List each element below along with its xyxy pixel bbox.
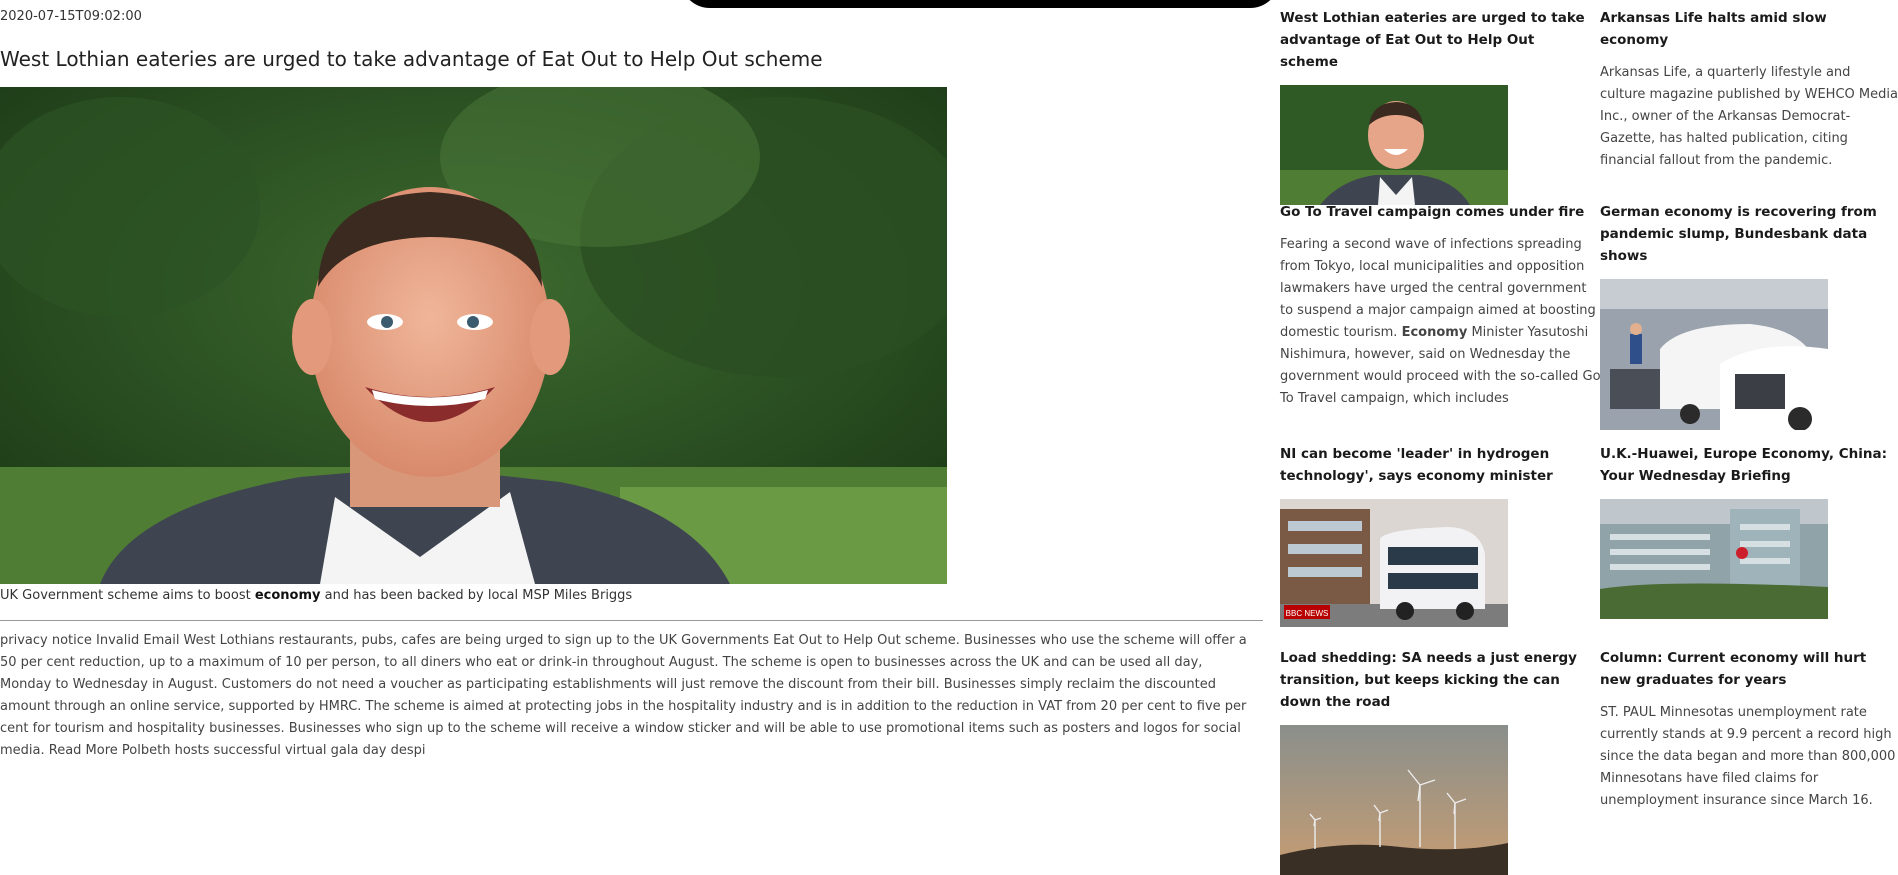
related-card-uk-huawei[interactable]: U.K.-Huawei, Europe Economy, China: Your… bbox=[1600, 443, 1898, 619]
card-title[interactable]: Column: Current economy will hurt new gr… bbox=[1600, 647, 1898, 691]
card-title[interactable]: German economy is recovering from pandem… bbox=[1600, 201, 1898, 267]
svg-text:BBC NEWS: BBC NEWS bbox=[1286, 609, 1329, 618]
related-card-go-to-travel[interactable]: Go To Travel campaign comes under fire F… bbox=[1280, 201, 1602, 410]
card-thumbnail[interactable] bbox=[1600, 279, 1828, 430]
related-card-current-economy[interactable]: Column: Current economy will hurt new gr… bbox=[1600, 647, 1898, 812]
card-title[interactable]: Load shedding: SA needs a just energy tr… bbox=[1280, 647, 1590, 713]
bbc-news-badge: BBC NEWS bbox=[1284, 605, 1330, 619]
card-title[interactable]: Arkansas Life halts amid slow economy bbox=[1600, 7, 1898, 51]
article-date: 2020-07-15T09:02:00 bbox=[0, 9, 142, 24]
card-title[interactable]: U.K.-Huawei, Europe Economy, China: Your… bbox=[1600, 443, 1898, 487]
top-overlay-bar bbox=[680, 0, 1280, 8]
card-snippet: Fearing a second wave of infections spre… bbox=[1280, 237, 1601, 406]
related-card-german-economy[interactable]: German economy is recovering from pandem… bbox=[1600, 201, 1898, 430]
card-snippet: Arkansas Life, a quarterly lifestyle and… bbox=[1600, 65, 1898, 168]
card-title[interactable]: Go To Travel campaign comes under fire bbox=[1280, 201, 1602, 223]
related-card-west-lothian[interactable]: West Lothian eateries are urged to take … bbox=[1280, 7, 1590, 205]
article-headline: West Lothian eateries are urged to take … bbox=[0, 47, 823, 71]
related-card-arkansas-life[interactable]: Arkansas Life halts amid slow economy Ar… bbox=[1600, 7, 1898, 172]
card-thumbnail[interactable] bbox=[1600, 499, 1828, 619]
article-body: privacy notice Invalid Email West Lothia… bbox=[0, 633, 1247, 758]
image-caption: UK Government scheme aims to boost econo… bbox=[0, 588, 633, 603]
related-card-load-shedding[interactable]: Load shedding: SA needs a just energy tr… bbox=[1280, 647, 1590, 875]
divider bbox=[0, 620, 1263, 621]
card-title[interactable]: NI can become 'leader' in hydrogen techn… bbox=[1280, 443, 1590, 487]
card-snippet: ST. PAUL Minnesotas unemployment rate cu… bbox=[1600, 705, 1896, 808]
related-card-ni-hydrogen[interactable]: NI can become 'leader' in hydrogen techn… bbox=[1280, 443, 1590, 627]
article-hero-image bbox=[0, 87, 947, 584]
card-thumbnail[interactable] bbox=[1280, 85, 1508, 205]
card-thumbnail[interactable] bbox=[1280, 725, 1508, 875]
card-thumbnail[interactable]: BBC NEWS bbox=[1280, 499, 1508, 627]
card-title[interactable]: West Lothian eateries are urged to take … bbox=[1280, 7, 1590, 73]
